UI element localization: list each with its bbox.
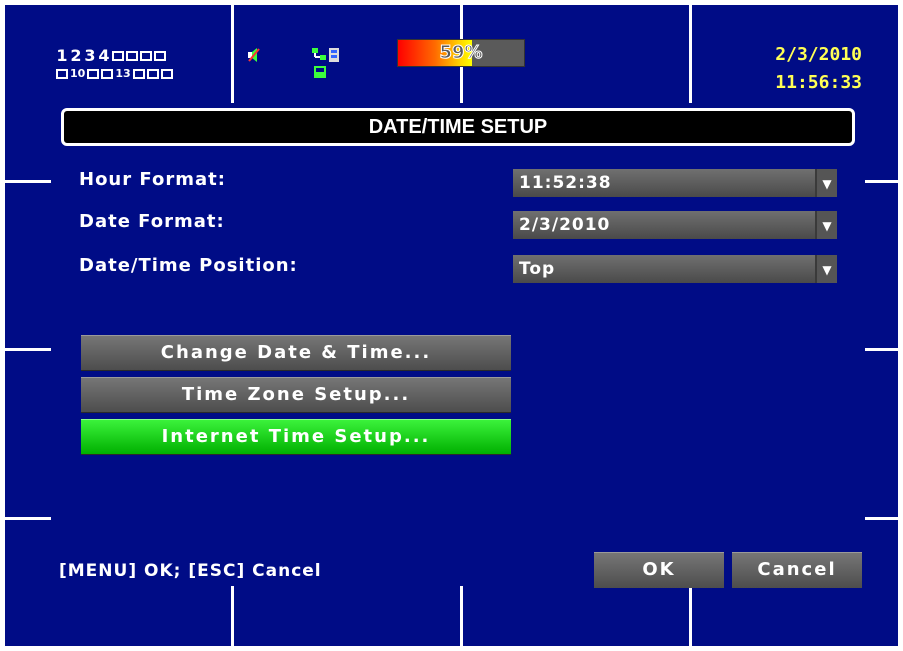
date-format-value: 2/3/2010 <box>519 215 611 235</box>
datetime-position-value: Top <box>519 259 556 279</box>
network-icon <box>311 47 327 66</box>
date-format-select[interactable]: 2/3/2010 ▼ <box>513 211 837 239</box>
chevron-down-icon[interactable]: ▼ <box>815 211 837 239</box>
channel-number: 4 <box>98 46 110 65</box>
channel-box <box>146 69 159 79</box>
channel-box <box>101 69 114 79</box>
channel-box <box>87 69 100 79</box>
dialog-title: DATE/TIME SETUP <box>61 108 855 146</box>
date-format-label: Date Format: <box>79 211 225 232</box>
hdd-usage-bar: 59% <box>397 39 525 67</box>
change-date-time-button[interactable]: Change Date & Time... <box>81 335 511 371</box>
channel-box <box>126 51 138 61</box>
system-clock: 2/3/2010 11:56:33 <box>775 41 862 97</box>
record-icon <box>327 47 341 66</box>
hour-format-value: 11:52:38 <box>519 173 612 193</box>
datetime-setup-dialog: DATE/TIME SETUP Hour Format: 11:52:38 ▼ … <box>51 103 865 588</box>
current-time: 11:56:33 <box>775 72 862 93</box>
channel-number: 10 <box>70 67 86 80</box>
channel-box <box>132 69 145 79</box>
datetime-position-label: Date/Time Position: <box>79 255 298 276</box>
key-hint: [MENU] OK; [ESC] Cancel <box>59 561 322 581</box>
hour-format-label: Hour Format: <box>79 169 226 190</box>
disk-icon <box>313 65 327 82</box>
datetime-position-select[interactable]: Top ▼ <box>513 255 837 283</box>
time-zone-setup-button[interactable]: Time Zone Setup... <box>81 377 511 413</box>
channel-number: 13 <box>115 67 131 80</box>
ok-button[interactable]: OK <box>594 552 724 588</box>
chevron-down-icon[interactable]: ▼ <box>815 255 837 283</box>
internet-time-setup-button[interactable]: Internet Time Setup... <box>81 419 511 455</box>
cancel-button[interactable]: Cancel <box>732 552 862 588</box>
channel-row: 10 13 <box>55 65 174 83</box>
channel-row: 1 2 3 4 <box>55 47 174 65</box>
channel-box <box>56 69 68 79</box>
channel-number: 1 <box>56 46 68 65</box>
channel-box <box>154 51 166 61</box>
hdd-usage-label: 59% <box>439 42 483 64</box>
channel-indicators: 1 2 3 4 10 13 <box>55 47 174 83</box>
channel-number: 3 <box>84 46 96 65</box>
current-date: 2/3/2010 <box>775 44 862 65</box>
speaker-icon <box>247 47 261 66</box>
hour-format-select[interactable]: 11:52:38 ▼ <box>513 169 837 197</box>
channel-box <box>160 69 173 79</box>
channel-number: 2 <box>70 46 82 65</box>
channel-box <box>112 51 124 61</box>
chevron-down-icon[interactable]: ▼ <box>815 169 837 197</box>
dvr-screen: 1 2 3 4 10 13 59% 2/3/2010 11:56:33 DATE… <box>5 5 898 646</box>
channel-box <box>140 51 152 61</box>
